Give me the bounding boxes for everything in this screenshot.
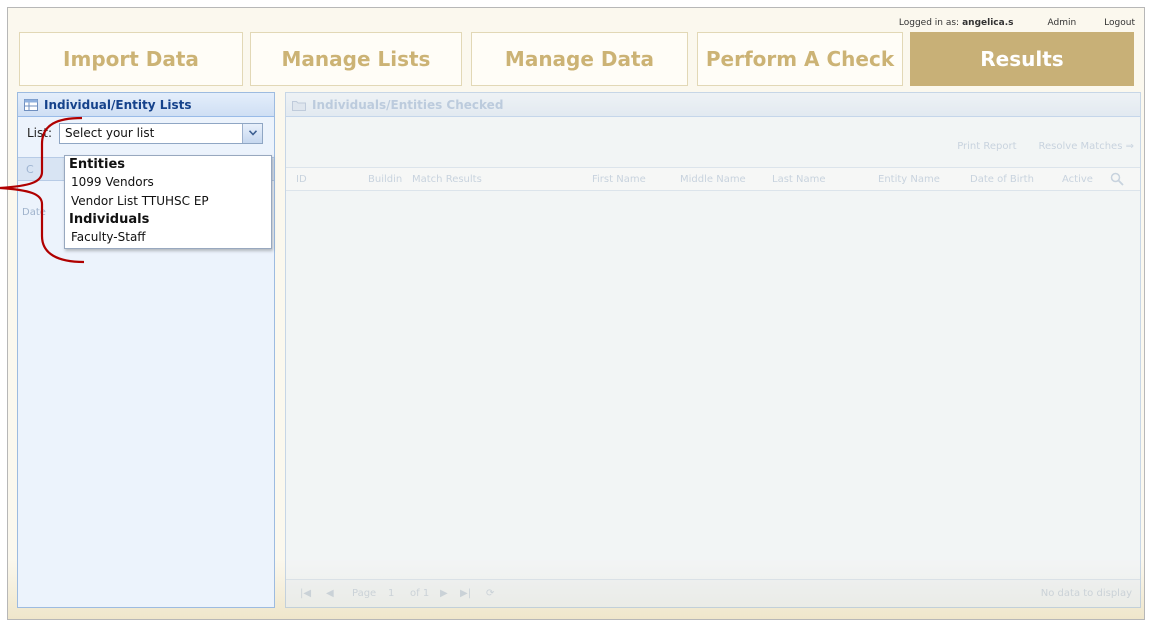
pager-empty-text: No data to display (1040, 588, 1132, 599)
column-header-building[interactable]: Buildin (368, 174, 402, 185)
tab-manage-data[interactable]: Manage Data (471, 32, 688, 86)
tab-perform-a-check[interactable]: Perform A Check (697, 32, 903, 86)
column-header-first-name[interactable]: First Name (592, 174, 646, 185)
next-page-icon[interactable]: ▶ (440, 588, 448, 599)
table-icon (24, 98, 38, 111)
search-icon[interactable] (1110, 172, 1124, 189)
logged-in-label: Logged in as: (898, 18, 960, 28)
grid-pager: |◀ ◀ Page 1 of 1 ▶ ▶| ⟳ No data to displ… (286, 579, 1140, 607)
user-bar: Logged in as: angelica.s Admin Logout (899, 18, 1135, 28)
tab-results[interactable]: Results (910, 32, 1134, 86)
panel-header: Individuals/Entities Checked (286, 93, 1140, 117)
tab-label: Manage Data (504, 47, 655, 71)
column-header-last-name[interactable]: Last Name (772, 174, 826, 185)
tab-import-data[interactable]: Import Data (19, 32, 243, 86)
grid-column-headers: ID Buildin Match Results First Name Midd… (286, 167, 1140, 191)
arrow-right-icon: ⇒ (1125, 141, 1134, 152)
column-header-active[interactable]: Active (1062, 174, 1093, 185)
username: angelica.s (962, 18, 1014, 28)
prev-page-icon[interactable]: ◀ (326, 588, 334, 599)
tab-manage-lists[interactable]: Manage Lists (250, 32, 462, 86)
resolve-matches-button[interactable]: Resolve Matches ⇒ (1039, 141, 1134, 152)
column-header-entity-name[interactable]: Entity Name (878, 174, 940, 185)
page-label: Page (352, 588, 377, 599)
grid-toolbar: Print Report Resolve Matches ⇒ (957, 141, 1134, 152)
individuals-entities-checked-panel: Individuals/Entities Checked Print Repor… (285, 92, 1141, 608)
resolve-matches-label: Resolve Matches (1038, 141, 1123, 152)
last-page-icon[interactable]: ▶| (460, 588, 471, 599)
folder-icon (292, 100, 306, 111)
tab-label: Import Data (63, 47, 199, 71)
column-header-id[interactable]: ID (296, 174, 307, 185)
refresh-icon[interactable]: ⟳ (486, 588, 494, 599)
admin-link[interactable]: Admin (1047, 18, 1076, 28)
print-report-button[interactable]: Print Report (957, 141, 1016, 152)
of-pages-label: of 1 (410, 588, 430, 599)
column-header-date-of-birth[interactable]: Date of Birth (970, 174, 1034, 185)
dropdown-trigger-button[interactable] (242, 123, 263, 143)
chevron-down-icon (248, 130, 257, 136)
logout-link[interactable]: Logout (1104, 18, 1135, 28)
tab-label: Manage Lists (281, 47, 431, 71)
annotation-brace (0, 116, 85, 264)
column-header-match-results[interactable]: Match Results (412, 174, 482, 185)
tab-label: Results (980, 47, 1064, 71)
tab-label: Perform A Check (705, 47, 895, 71)
page-input[interactable]: 1 (388, 588, 394, 599)
panel-title: Individuals/Entities Checked (312, 97, 504, 112)
column-header-middle-name[interactable]: Middle Name (680, 174, 746, 185)
first-page-icon[interactable]: |◀ (300, 588, 311, 599)
